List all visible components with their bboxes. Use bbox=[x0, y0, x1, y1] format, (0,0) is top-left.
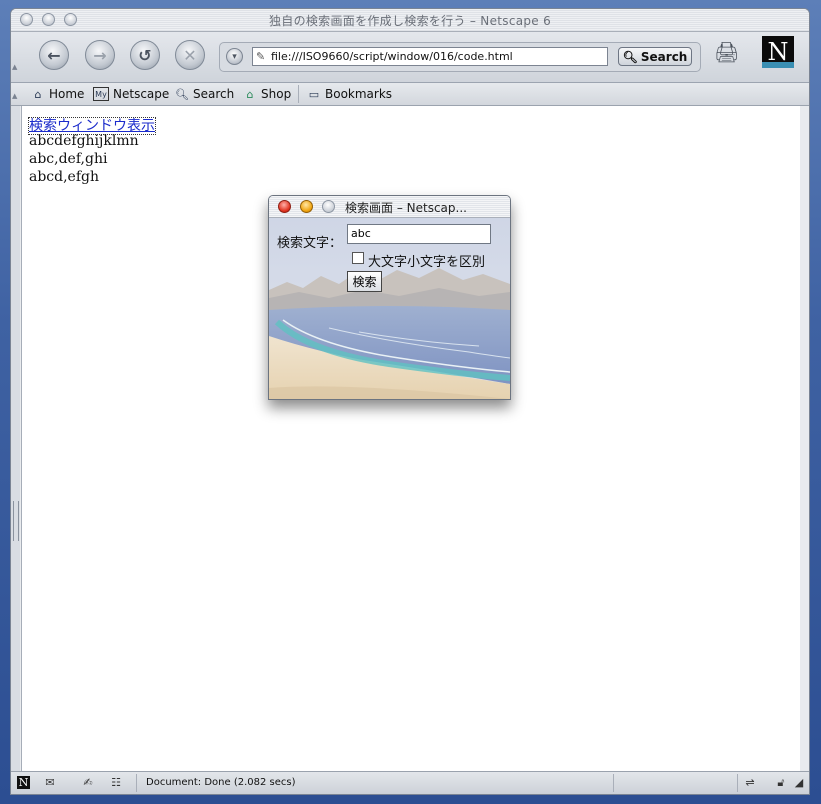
toolbar-separator bbox=[298, 85, 299, 103]
url-bar: ▾ ✎ file:///ISO9660/script/window/016/co… bbox=[219, 42, 701, 72]
search-button-label: Search bbox=[640, 49, 688, 64]
stop-icon: ✕ bbox=[183, 45, 197, 65]
my-netscape-icon: My bbox=[93, 87, 109, 101]
composer-icon[interactable]: ✍ bbox=[80, 776, 96, 789]
personal-toolbar-grip-icon[interactable]: ▲ bbox=[12, 92, 17, 100]
navigation-toolbar: ▲ ← → ↺ ✕ ▾ ✎ file:///ISO9660/script/win… bbox=[11, 32, 809, 83]
personal-item-shop[interactable]: ⌂ Shop bbox=[243, 87, 292, 101]
popup-minimize-button[interactable] bbox=[300, 200, 313, 213]
personal-item-search[interactable]: 🔍︎ Search bbox=[175, 87, 234, 101]
status-text: Document: Done (2.082 secs) bbox=[146, 777, 296, 788]
personal-item-home[interactable]: ⌂ Home bbox=[31, 87, 85, 101]
search-popup-window: 検索画面 – Netscap... 検索文字： abc 大文字小文字を区別 検索 bbox=[268, 195, 511, 400]
print-icon[interactable]: 🖨︎ bbox=[714, 40, 739, 64]
search-button[interactable]: 🔍︎ Search bbox=[618, 47, 692, 66]
online-plug-icon[interactable]: ⇌ bbox=[742, 776, 758, 789]
page-file-icon: ✎ bbox=[256, 50, 266, 63]
back-arrow-icon: ← bbox=[47, 45, 61, 65]
home-icon: ⌂ bbox=[34, 87, 42, 101]
security-lock-icon[interactable]: 🔓︎ bbox=[773, 776, 789, 789]
reload-icon: ↺ bbox=[138, 45, 152, 65]
case-sensitive-label[interactable]: 大文字小文字を区別 bbox=[368, 251, 485, 270]
netscape-status-icon[interactable]: N bbox=[17, 776, 30, 789]
bookmarks-folder-icon: ▭ bbox=[308, 87, 320, 101]
popup-body: 検索文字： abc 大文字小文字を区別 検索 bbox=[269, 218, 510, 399]
forward-button[interactable]: → bbox=[85, 40, 115, 70]
search-icon: 🔍︎ bbox=[175, 87, 189, 101]
personal-toolbar: ▲ ⌂ Home My Netscape 🔍︎ Search ⌂ Shop ▭ … bbox=[11, 83, 809, 106]
search-window-link[interactable]: 検索ウィンドウ表示 bbox=[28, 117, 156, 135]
toolbar-grip-icon[interactable]: ▲ bbox=[12, 63, 17, 71]
popup-title: 検索画面 – Netscap... bbox=[345, 201, 467, 215]
popup-close-button[interactable] bbox=[278, 200, 291, 213]
content-line: 検索ウィンドウ表示 bbox=[28, 115, 156, 135]
window-title: 独自の検索画面を作成し検索を行う – Netscape 6 bbox=[268, 14, 552, 28]
content-line: abcdefghijklmn bbox=[29, 133, 139, 149]
forward-arrow-icon: → bbox=[93, 45, 107, 65]
reload-button[interactable]: ↺ bbox=[130, 40, 160, 70]
netscape-logo[interactable]: N bbox=[762, 36, 794, 68]
personal-item-netscape[interactable]: My Netscape bbox=[93, 87, 169, 101]
shop-icon: ⌂ bbox=[246, 87, 254, 101]
mail-icon[interactable]: ✉ bbox=[42, 776, 58, 789]
status-separator bbox=[136, 774, 137, 792]
status-separator bbox=[613, 774, 614, 792]
status-bar: N ✉ ✍ ☷ Document: Done (2.082 secs) ⇌ 🔓︎… bbox=[11, 771, 809, 794]
page-info-icon[interactable]: ▾ bbox=[226, 48, 243, 65]
window-titlebar[interactable]: 独自の検索画面を作成し検索を行う – Netscape 6 bbox=[11, 9, 809, 32]
personal-item-label: Shop bbox=[261, 87, 292, 101]
url-input[interactable]: ✎ file:///ISO9660/script/window/016/code… bbox=[252, 47, 608, 66]
case-sensitive-checkbox[interactable] bbox=[352, 252, 364, 264]
url-text: file:///ISO9660/script/window/016/code.h… bbox=[271, 50, 513, 63]
search-submit-button[interactable]: 検索 bbox=[347, 271, 382, 292]
personal-item-label: Netscape bbox=[113, 87, 170, 101]
personal-item-label: Bookmarks bbox=[325, 87, 393, 101]
content-line: abc,def,ghi bbox=[29, 151, 108, 167]
magnifier-icon: 🔍︎ bbox=[622, 49, 638, 64]
sidebar-grip-icon[interactable] bbox=[13, 501, 19, 541]
stop-button[interactable]: ✕ bbox=[175, 40, 205, 70]
search-text-label: 検索文字： bbox=[277, 236, 343, 251]
status-separator bbox=[737, 774, 738, 792]
personal-item-label: Search bbox=[193, 87, 235, 101]
content-line: abcd,efgh bbox=[29, 169, 100, 185]
search-text-input[interactable]: abc bbox=[347, 224, 491, 244]
personal-item-label: Home bbox=[49, 87, 85, 101]
popup-zoom-button[interactable] bbox=[322, 200, 335, 213]
popup-titlebar[interactable]: 検索画面 – Netscap... bbox=[269, 196, 510, 218]
back-button[interactable]: ← bbox=[39, 40, 69, 70]
sidebar-toggle[interactable] bbox=[11, 106, 20, 771]
address-book-icon[interactable]: ☷ bbox=[108, 776, 124, 789]
resize-grip-icon[interactable]: ◢ bbox=[791, 776, 807, 789]
personal-item-bookmarks[interactable]: ▭ Bookmarks bbox=[307, 87, 392, 101]
browser-window: 独自の検索画面を作成し検索を行う – Netscape 6 ▲ ← → ↺ ✕ … bbox=[10, 8, 810, 795]
